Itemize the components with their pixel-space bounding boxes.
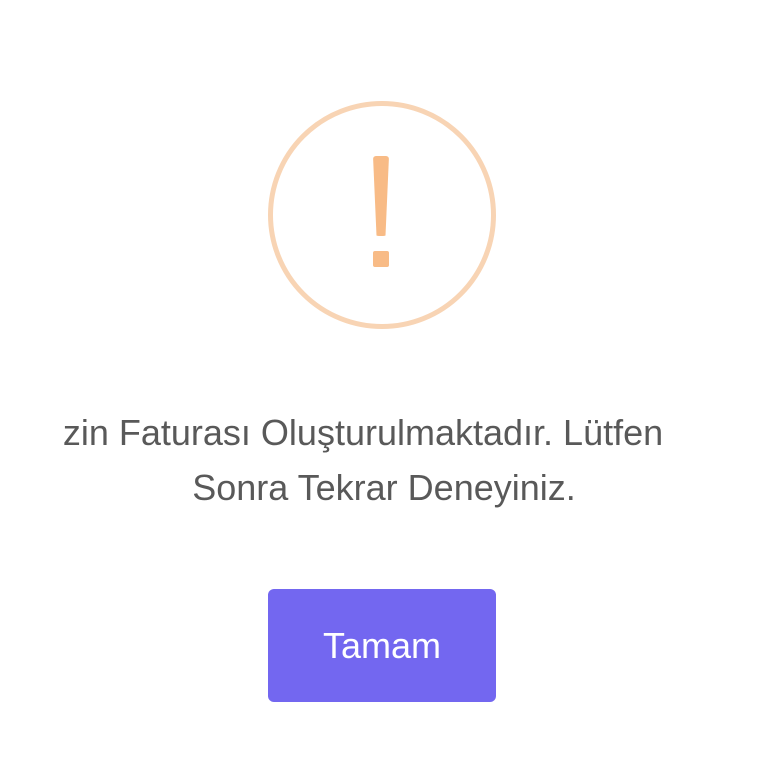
confirm-button[interactable]: Tamam <box>268 589 496 702</box>
exclamation-dot <box>373 251 389 267</box>
alert-message: zin Faturası Oluşturulmaktadır. Lütfen S… <box>0 405 768 515</box>
alert-message-line-1: zin Faturası Oluşturulmaktadır. Lütfen <box>62 412 664 453</box>
exclamation-bar <box>373 156 389 236</box>
alert-dialog: zin Faturası Oluşturulmaktadır. Lütfen S… <box>0 0 768 768</box>
alert-message-line-2: Sonra Tekrar Deneyiniz. <box>192 467 576 508</box>
exclamation-icon <box>371 156 391 272</box>
